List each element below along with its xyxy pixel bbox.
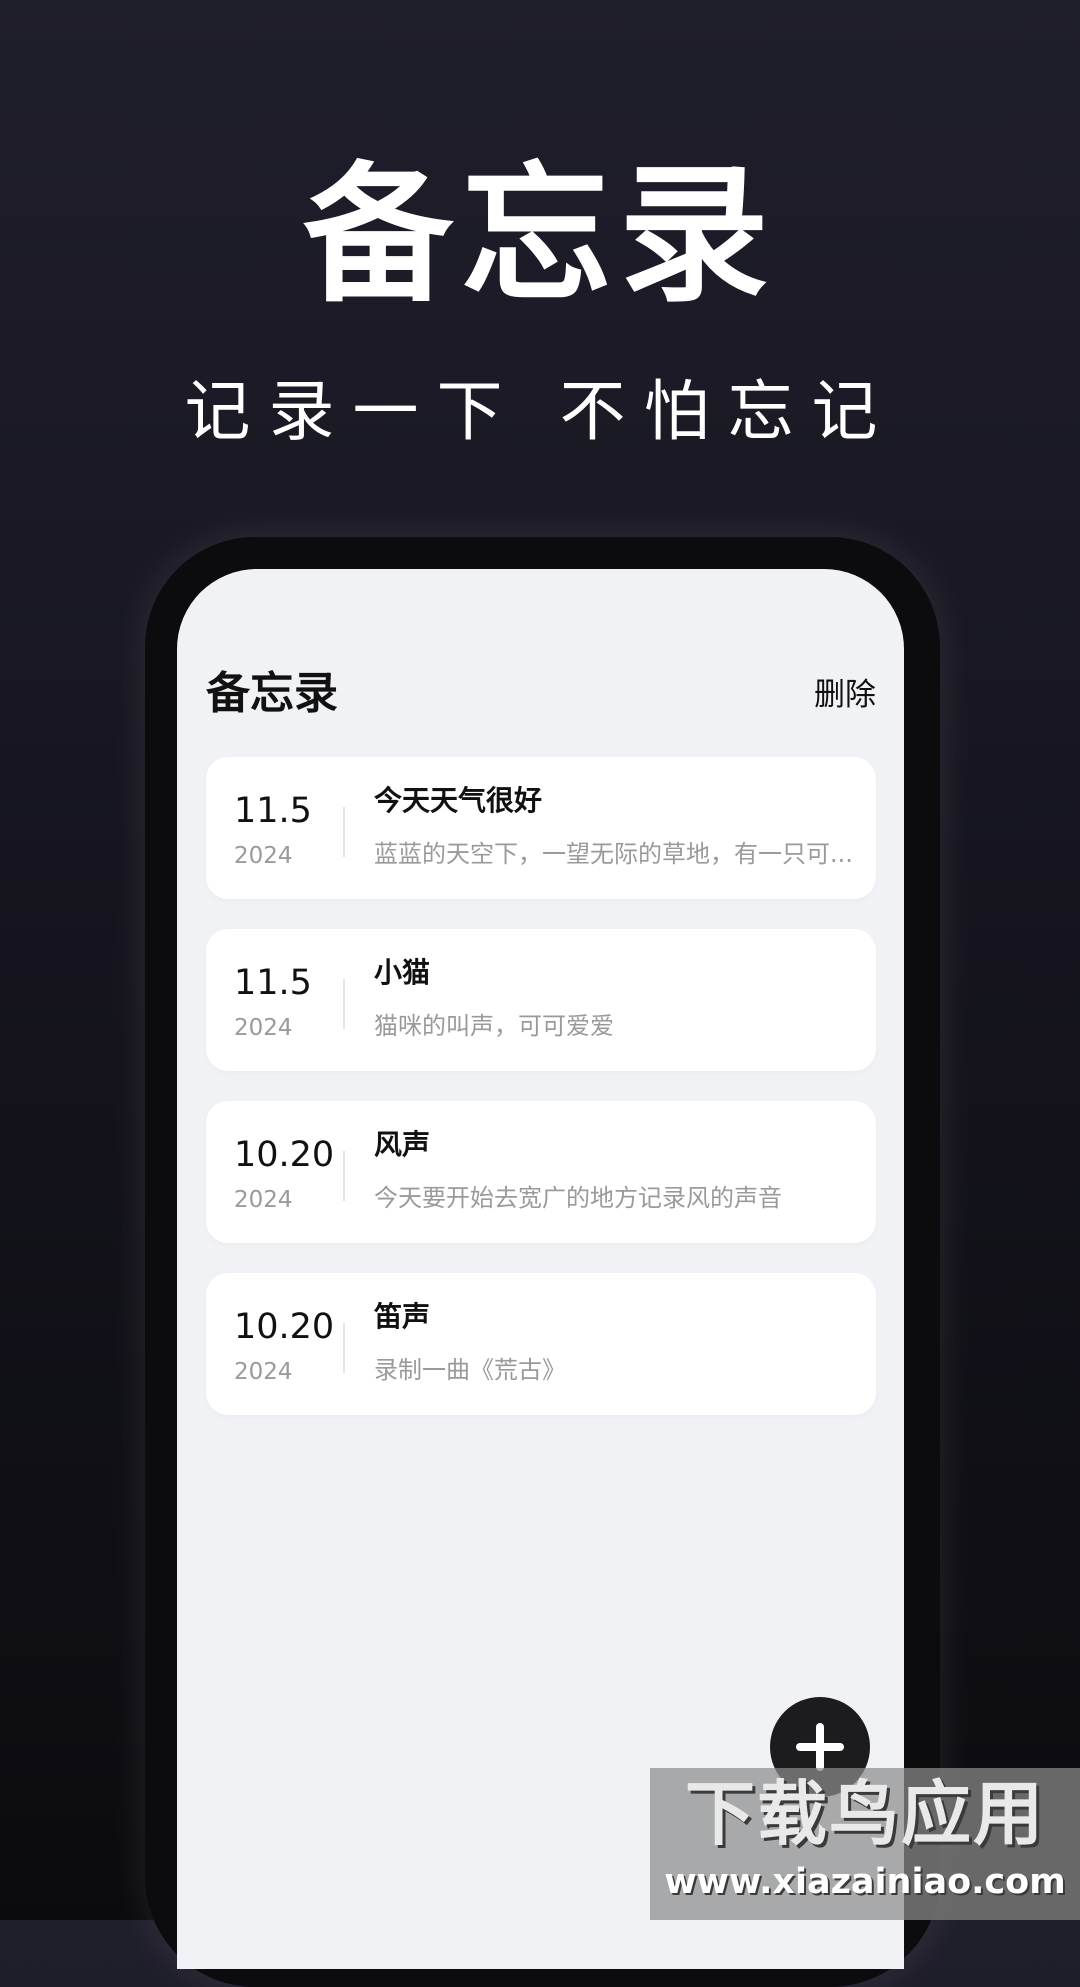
memo-preview: 今天要开始去宽广的地方记录风的声音: [374, 1184, 782, 1212]
memo-title: 今天天气很好: [374, 784, 543, 817]
watermark-text: 下载鸟应用: [685, 1773, 1045, 1855]
memo-title: 风声: [374, 1128, 431, 1161]
memo-date: 11.5: [234, 963, 312, 1003]
divider: [343, 807, 345, 857]
memo-year: 2024: [234, 1015, 293, 1041]
memo-title: 笛声: [374, 1300, 431, 1333]
memo-card[interactable]: 11.5 2024 今天天气很好 蓝蓝的天空下，一望无际的草地，有一只可...: [206, 757, 876, 899]
app-header: 备忘录 删除: [206, 664, 876, 724]
memo-year: 2024: [234, 1187, 293, 1213]
divider: [343, 1323, 345, 1373]
memo-preview: 录制一曲《荒古》: [374, 1356, 566, 1384]
memo-year: 2024: [234, 843, 293, 869]
memo-title: 小猫: [374, 956, 431, 989]
memo-date: 10.20: [234, 1307, 335, 1347]
promo-subtitle: 记录一下 不怕忘记: [184, 373, 896, 450]
memo-preview: 蓝蓝的天空下，一望无际的草地，有一只可...: [374, 840, 853, 868]
memo-year: 2024: [234, 1359, 293, 1385]
divider: [343, 979, 345, 1029]
memo-preview: 猫咪的叫声，可可爱爱: [374, 1012, 614, 1040]
delete-button[interactable]: 删除: [814, 670, 876, 720]
divider: [343, 1151, 345, 1201]
watermark: 下载鸟应用 www.xiazainiao.com: [650, 1768, 1080, 1920]
memo-card[interactable]: 11.5 2024 小猫 猫咪的叫声，可可爱爱: [206, 929, 876, 1071]
memo-date: 10.20: [234, 1135, 335, 1175]
promo-title: 备忘录: [302, 147, 777, 323]
phone-screen: 备忘录 删除 11.5 2024 今天天气很好 蓝蓝的天空下，一望无际的草地，有…: [177, 569, 904, 1969]
memo-list: 11.5 2024 今天天气很好 蓝蓝的天空下，一望无际的草地，有一只可... …: [206, 757, 876, 1445]
page-title: 备忘录: [206, 668, 338, 719]
memo-date: 11.5: [234, 791, 312, 831]
watermark-url: www.xiazainiao.com: [664, 1862, 1066, 1902]
memo-card[interactable]: 10.20 2024 笛声 录制一曲《荒古》: [206, 1273, 876, 1415]
memo-card[interactable]: 10.20 2024 风声 今天要开始去宽广的地方记录风的声音: [206, 1101, 876, 1243]
